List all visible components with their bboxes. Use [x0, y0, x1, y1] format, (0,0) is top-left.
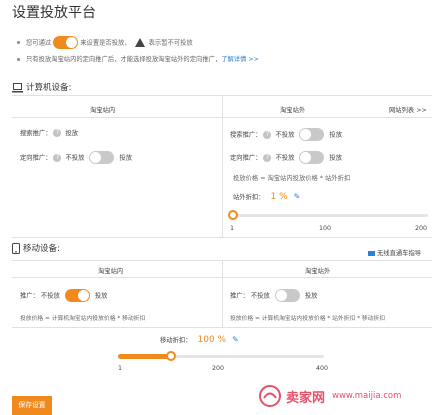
note-line-2: 只有投放淘宝站内的定向推广后，才能选择投放淘宝站外的定向推广，了解详情 >>	[17, 54, 259, 63]
slider-tick: 200	[212, 365, 225, 372]
computer-col-header-in: 淘宝站内	[90, 107, 116, 114]
computer-discount-value: 1 %	[270, 192, 288, 202]
computer-section-title: 计算机设备:	[12, 81, 71, 93]
slider-tick: 1	[118, 365, 123, 372]
watermark-logo-icon	[258, 385, 282, 407]
computer-discount-slider[interactable]	[228, 208, 431, 222]
slider-tick: 200	[415, 225, 428, 232]
computer-in-targeting-toggle[interactable]	[89, 151, 115, 164]
computer-out-search-toggle[interactable]	[299, 128, 325, 141]
computer-col-header-out: 淘宝站外	[280, 107, 306, 114]
mobile-in-toggle[interactable]	[64, 289, 90, 302]
page-title: 设置投放平台	[12, 5, 96, 21]
note-text: 来设置是否投放，	[80, 39, 131, 47]
watermark-url: www.maijia.com	[332, 391, 402, 401]
column-divider	[222, 261, 223, 328]
learn-more-link[interactable]: 了解详情 >>	[221, 56, 259, 63]
watermark: 卖家网 www.maijia.com	[258, 382, 433, 412]
slider-track	[232, 214, 428, 217]
computer-out-targeting-row: 定向推广：? 不投放 投放	[230, 151, 342, 164]
mobile-section-title: 移动设备:	[12, 242, 60, 254]
mobile-col-header-out: 淘宝站外	[305, 268, 331, 275]
computer-discount-row: 站外折扣： 1 % ✎	[233, 192, 301, 202]
help-icon[interactable]: ?	[53, 153, 62, 162]
slider-tick: 1	[230, 225, 235, 232]
save-button[interactable]: 保存设置	[12, 396, 52, 415]
note-text: 只有投放淘宝站内的定向推广后，才能选择投放淘宝站外的定向推广	[26, 56, 215, 63]
divider	[12, 237, 432, 238]
note-text: 您可通过	[26, 39, 52, 47]
note-line-1: 您可通过 来设置是否投放， 表示暂不可投放	[17, 36, 193, 49]
help-icon[interactable]: ?	[263, 153, 272, 162]
slider-fill	[118, 354, 170, 359]
bullet-icon	[17, 41, 20, 44]
slider-tick: 100	[319, 225, 332, 232]
divider	[12, 327, 432, 328]
video-icon	[368, 250, 375, 256]
mobile-discount-row: 移动折扣： 100 % ✎	[160, 335, 239, 345]
mobile-out-toggle[interactable]	[274, 289, 300, 302]
mobile-discount-value: 100 %	[197, 335, 227, 345]
example-toggle-icon	[53, 36, 79, 49]
monitor-icon	[12, 82, 23, 92]
slider-handle[interactable]	[228, 210, 238, 220]
computer-search-row: 搜索推广：? 投放	[20, 129, 79, 137]
bullet-icon	[17, 57, 20, 61]
mobile-guide-link[interactable]: 无线直通车指导	[368, 248, 421, 257]
search-status: 投放	[65, 130, 79, 137]
note-text: 表示暂不可投放	[148, 39, 193, 47]
slider-tick: 400	[316, 365, 329, 372]
computer-formula: 投放价格 = 淘宝站内投放价格 * 站外折扣	[233, 175, 351, 182]
edit-icon[interactable]: ✎	[294, 192, 301, 201]
computer-out-targeting-toggle[interactable]	[299, 151, 325, 164]
mobile-col-header-in: 淘宝站内	[98, 268, 124, 275]
mobile-out-formula: 投放价格 = 计算机淘宝站内投放价格 * 站外折扣 * 移动折扣	[230, 316, 386, 322]
mobile-out-row: 推广： 不投放 投放	[230, 289, 317, 302]
column-divider	[222, 96, 223, 238]
mobile-in-formula: 投放价格 = 计算机淘宝站内投放价格 * 移动折扣	[20, 316, 146, 322]
computer-out-search-row: 搜索推广：? 不投放 投放	[230, 128, 342, 141]
phone-icon	[12, 243, 20, 254]
warning-icon	[134, 38, 145, 47]
watermark-brand: 卖家网	[286, 391, 326, 406]
help-icon[interactable]: ?	[53, 129, 62, 137]
mobile-in-row: 推广： 不投放 投放	[20, 289, 107, 302]
help-icon[interactable]: ?	[263, 130, 272, 139]
slider-handle[interactable]	[166, 351, 176, 361]
computer-targeting-row: 定向推广：? 不投放 投放	[20, 151, 132, 164]
site-list-link[interactable]: 网站列表 >>	[389, 105, 427, 114]
edit-icon[interactable]: ✎	[232, 335, 239, 344]
mobile-discount-slider[interactable]	[114, 349, 326, 363]
